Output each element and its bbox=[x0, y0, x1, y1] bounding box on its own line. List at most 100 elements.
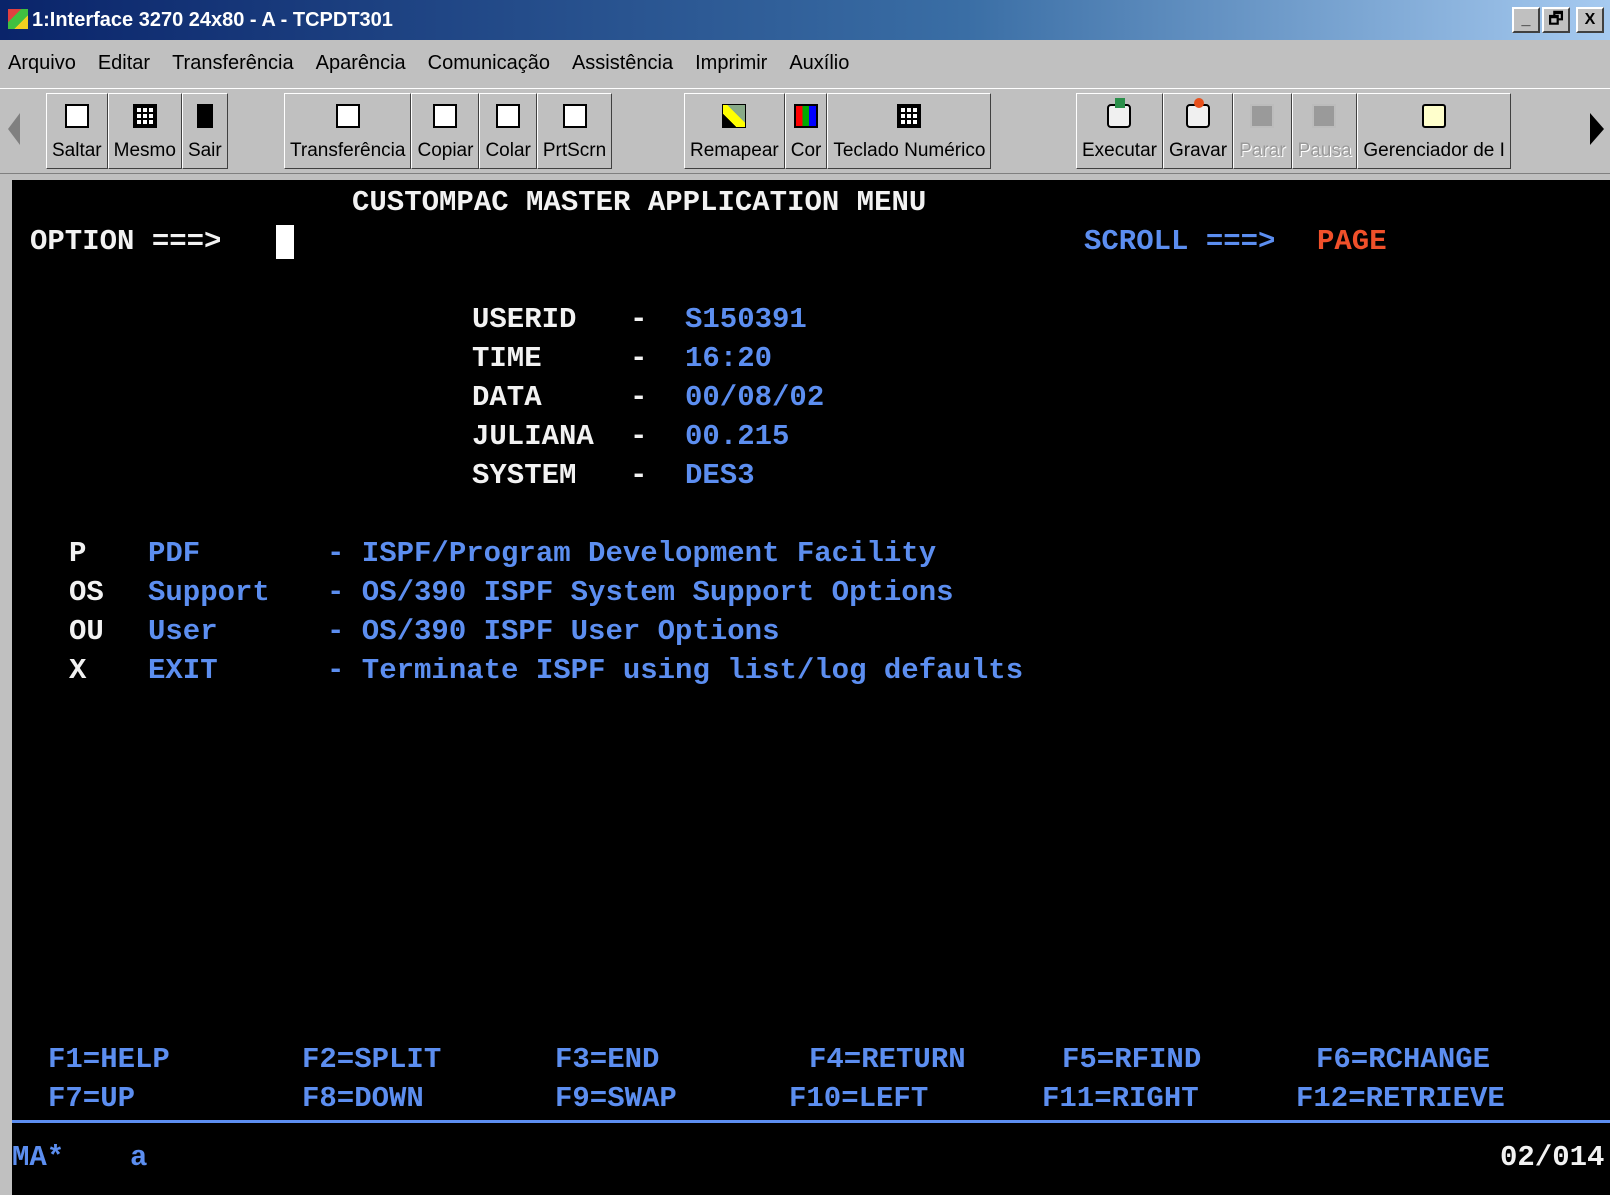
menu-comunicacao[interactable]: Comunicação bbox=[428, 52, 550, 75]
toolbar-scroll-left-icon[interactable] bbox=[8, 113, 20, 145]
toolbar: Saltar Mesmo Sair Transferência Copiar C… bbox=[0, 88, 1610, 174]
pf-key-f11[interactable]: F11=RIGHT bbox=[1042, 1082, 1199, 1116]
toolbar-group-macro: Executar Gravar Parar Pausa Gerenciador … bbox=[1076, 93, 1511, 169]
print-screen-icon bbox=[562, 104, 587, 128]
option-input-cursor[interactable] bbox=[276, 225, 294, 259]
toolbar-group-keyboard: Remapear Cor Teclado Numérico bbox=[684, 93, 992, 169]
pf-key-f3[interactable]: F3=END bbox=[555, 1043, 659, 1077]
record-macro-icon bbox=[1186, 98, 1211, 128]
pausa-button[interactable]: Pausa bbox=[1291, 93, 1358, 169]
info-value-time: 16:20 bbox=[685, 342, 773, 375]
gerenciador-button[interactable]: Gerenciador de I bbox=[1357, 93, 1511, 169]
pf-key-f5[interactable]: F5=RFIND bbox=[1062, 1043, 1201, 1077]
option-name-support[interactable]: Support bbox=[148, 576, 270, 610]
pause-icon bbox=[1312, 104, 1337, 128]
info-sep: - bbox=[630, 342, 648, 375]
screen-icon bbox=[64, 104, 89, 128]
menu-assistencia[interactable]: Assistência bbox=[572, 52, 673, 75]
option-key-ou[interactable]: OU bbox=[69, 615, 104, 649]
menu-transferencia[interactable]: Transferência bbox=[172, 52, 294, 75]
teclado-numerico-button[interactable]: Teclado Numérico bbox=[827, 93, 992, 169]
pf-key-f10[interactable]: F10=LEFT bbox=[789, 1082, 928, 1116]
pf-key-f6[interactable]: F6=RCHANGE bbox=[1316, 1043, 1490, 1077]
transferencia-button[interactable]: Transferência bbox=[284, 93, 412, 169]
pf-key-f1[interactable]: F1=HELP bbox=[48, 1043, 170, 1077]
info-sep: - bbox=[630, 303, 648, 336]
info-label-system: SYSTEM bbox=[472, 459, 577, 492]
toolbar-group-edit: Transferência Copiar Colar PrtScrn bbox=[284, 93, 613, 169]
run-macro-icon bbox=[1107, 98, 1132, 128]
terminal-screen[interactable]: CUSTOMPAC MASTER APPLICATION MENU OPTION… bbox=[12, 180, 1610, 1195]
app-icon[interactable] bbox=[8, 9, 28, 29]
window-title-bar[interactable]: 1:Interface 3270 24x80 - A - TCPDT301 _ … bbox=[0, 0, 1610, 40]
info-value-userid: S150391 bbox=[685, 303, 807, 336]
info-label-time: TIME bbox=[472, 342, 542, 375]
info-value-juliana: 00.215 bbox=[685, 420, 790, 453]
color-palette-icon bbox=[794, 104, 819, 128]
option-key-x[interactable]: X bbox=[69, 654, 86, 688]
pf-key-f12[interactable]: F12=RETRIEVE bbox=[1296, 1082, 1505, 1116]
restore-button[interactable]: 🗗 bbox=[1542, 7, 1570, 33]
menu-aparencia[interactable]: Aparência bbox=[316, 52, 406, 75]
menu-editar[interactable]: Editar bbox=[98, 52, 150, 75]
option-prompt-label: OPTION ===> bbox=[30, 225, 222, 258]
menu-imprimir[interactable]: Imprimir bbox=[695, 52, 767, 75]
session-id: a bbox=[130, 1141, 148, 1174]
status-separator bbox=[12, 1120, 1610, 1123]
keyboard-remap-icon bbox=[722, 104, 747, 128]
info-label-data: DATA bbox=[472, 381, 542, 414]
info-value-data: 00/08/02 bbox=[685, 381, 825, 414]
exit-door-icon bbox=[196, 104, 213, 128]
cor-button[interactable]: Cor bbox=[784, 93, 828, 169]
close-button[interactable]: X bbox=[1576, 7, 1604, 33]
info-sep: - bbox=[630, 459, 648, 492]
colar-button[interactable]: Colar bbox=[479, 93, 537, 169]
cursor-position: 02/014 bbox=[1500, 1141, 1605, 1174]
sessions-icon bbox=[132, 104, 157, 128]
parar-button[interactable]: Parar bbox=[1233, 93, 1292, 169]
sair-button[interactable]: Sair bbox=[181, 93, 228, 169]
status-indicator: MA* bbox=[12, 1141, 65, 1174]
mesmo-button[interactable]: Mesmo bbox=[107, 93, 182, 169]
info-sep: - bbox=[630, 381, 648, 414]
info-label-userid: USERID bbox=[472, 303, 577, 336]
scroll-prompt-label: SCROLL ===> bbox=[1084, 225, 1276, 258]
option-key-p[interactable]: P bbox=[69, 537, 86, 571]
option-name-user[interactable]: User bbox=[148, 615, 218, 649]
paste-icon bbox=[496, 104, 521, 128]
copiar-button[interactable]: Copiar bbox=[411, 93, 480, 169]
option-name-pdf[interactable]: PDF bbox=[148, 537, 200, 571]
pf-key-f4[interactable]: F4=RETURN bbox=[809, 1043, 966, 1077]
pf-key-f9[interactable]: F9=SWAP bbox=[555, 1082, 677, 1116]
option-desc-support: - OS/390 ISPF System Support Options bbox=[327, 576, 954, 609]
saltar-button[interactable]: Saltar bbox=[46, 93, 108, 169]
gravar-button[interactable]: Gravar bbox=[1162, 93, 1234, 169]
menu-auxilio[interactable]: Auxílio bbox=[789, 52, 849, 75]
option-name-exit[interactable]: EXIT bbox=[148, 654, 218, 688]
info-sep: - bbox=[630, 420, 648, 453]
option-desc-pdf: - ISPF/Program Development Facility bbox=[327, 537, 937, 570]
pf-key-f2[interactable]: F2=SPLIT bbox=[302, 1043, 441, 1077]
pf-key-f7[interactable]: F7=UP bbox=[48, 1082, 135, 1116]
copy-icon bbox=[433, 104, 458, 128]
prtscrn-button[interactable]: PrtScrn bbox=[536, 93, 613, 169]
screen-header: CUSTOMPAC MASTER APPLICATION MENU bbox=[352, 186, 927, 219]
menu-bar: Arquivo Editar Transferência Aparência C… bbox=[0, 44, 1610, 82]
executar-button[interactable]: Executar bbox=[1076, 93, 1163, 169]
pf-key-f8[interactable]: F8=DOWN bbox=[302, 1082, 424, 1116]
menu-arquivo[interactable]: Arquivo bbox=[8, 52, 76, 75]
window-title: 1:Interface 3270 24x80 - A - TCPDT301 bbox=[32, 9, 393, 31]
scroll-value-field[interactable]: PAGE bbox=[1317, 225, 1387, 259]
option-desc-exit: - Terminate ISPF using list/log defaults bbox=[327, 654, 1024, 687]
numeric-keypad-icon bbox=[897, 104, 922, 128]
toolbar-scroll-right-icon[interactable] bbox=[1590, 113, 1604, 145]
remapear-button[interactable]: Remapear bbox=[684, 93, 785, 169]
info-value-system: DES3 bbox=[685, 459, 755, 492]
transfer-icon bbox=[335, 104, 360, 128]
manager-icon bbox=[1422, 104, 1447, 128]
option-desc-user: - OS/390 ISPF User Options bbox=[327, 615, 780, 648]
minimize-button[interactable]: _ bbox=[1512, 7, 1540, 33]
stop-icon bbox=[1250, 104, 1275, 128]
option-key-os[interactable]: OS bbox=[69, 576, 104, 610]
info-label-juliana: JULIANA bbox=[472, 420, 594, 453]
